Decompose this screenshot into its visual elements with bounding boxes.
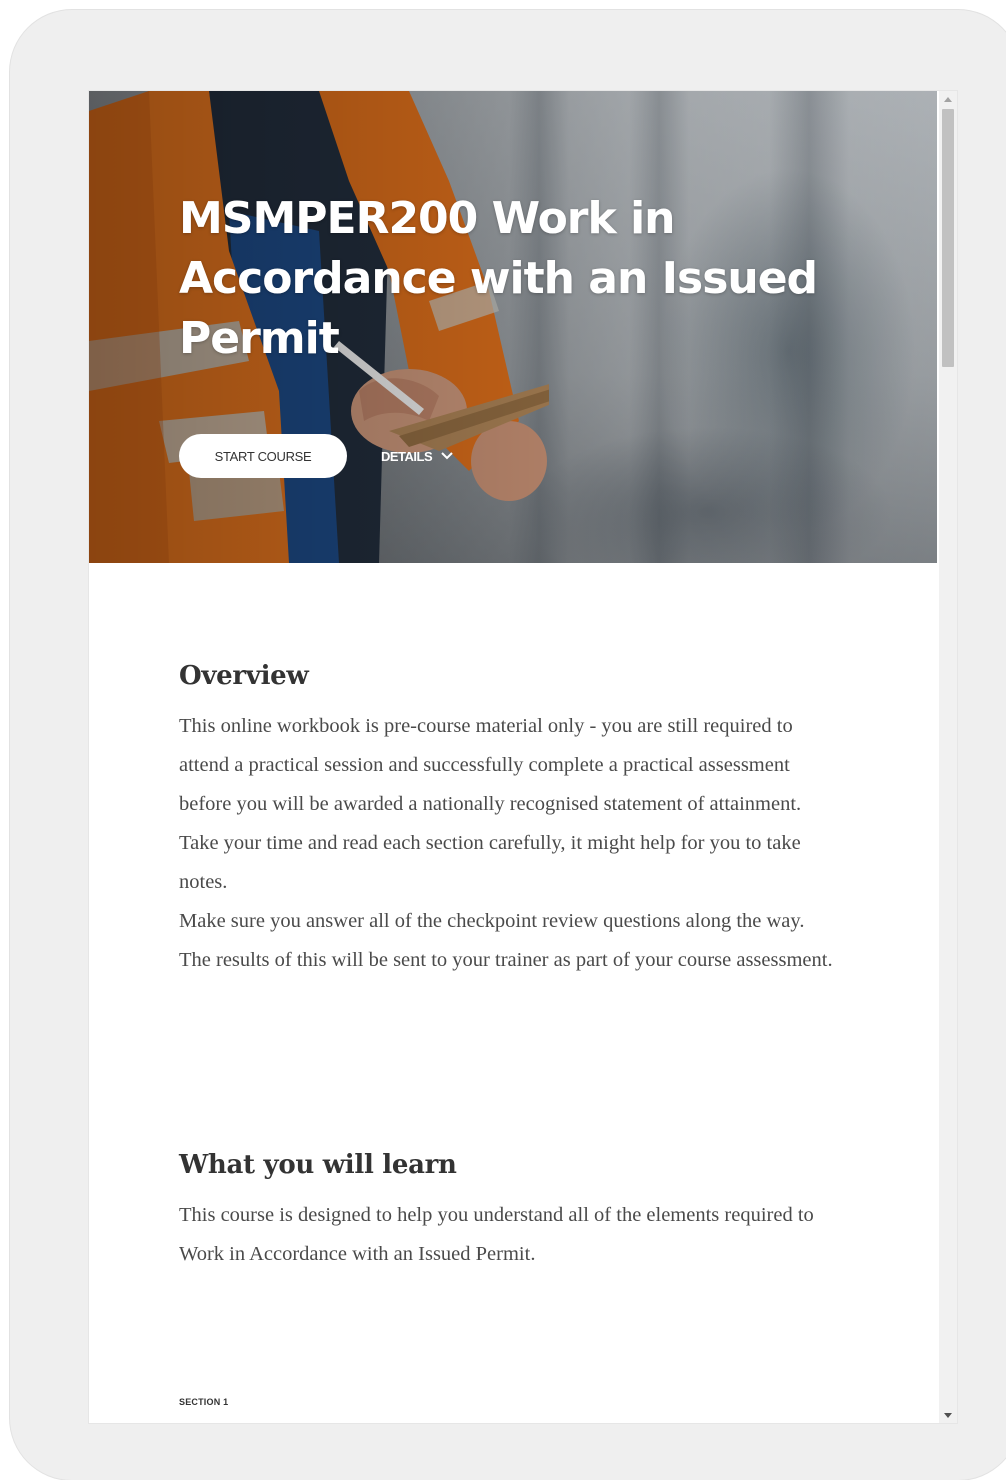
course-title: MSMPER200 Work in Accordance with an Iss… <box>179 193 818 364</box>
start-course-button[interactable]: START COURSE <box>179 434 347 478</box>
learn-paragraph: This course is designed to help you unde… <box>179 1204 814 1265</box>
details-label: DETAILS <box>381 448 433 464</box>
learn-heading: What you will learn <box>179 1150 457 1180</box>
scroll-up-button[interactable] <box>939 91 957 107</box>
overview-paragraph: Make sure you answer all of the checkpoi… <box>179 910 805 932</box>
hero-banner: MSMPER200 Work in Accordance with an Iss… <box>89 91 937 563</box>
learn-text: This course is designed to help you unde… <box>179 1196 839 1274</box>
details-toggle[interactable]: DETAILS <box>381 434 454 478</box>
triangle-down-icon <box>944 1412 952 1418</box>
overview-text: This online workbook is pre-course mater… <box>179 707 839 980</box>
scroll-thumb[interactable] <box>942 109 954 367</box>
device-frame: MSMPER200 Work in Accordance with an Iss… <box>10 10 1006 1480</box>
course-page: MSMPER200 Work in Accordance with an Iss… <box>89 91 937 1423</box>
chevron-down-icon <box>441 452 453 460</box>
screen: MSMPER200 Work in Accordance with an Iss… <box>88 90 958 1424</box>
triangle-up-icon <box>944 96 952 102</box>
vertical-scrollbar[interactable] <box>939 91 957 1423</box>
overview-paragraph: Take your time and read each section car… <box>179 832 801 893</box>
section-label: SECTION 1 <box>179 1397 229 1407</box>
overview-heading: Overview <box>179 661 309 691</box>
scroll-down-button[interactable] <box>939 1407 957 1423</box>
overview-paragraph: The results of this will be sent to your… <box>179 949 833 971</box>
overview-paragraph: This online workbook is pre-course mater… <box>179 715 802 815</box>
